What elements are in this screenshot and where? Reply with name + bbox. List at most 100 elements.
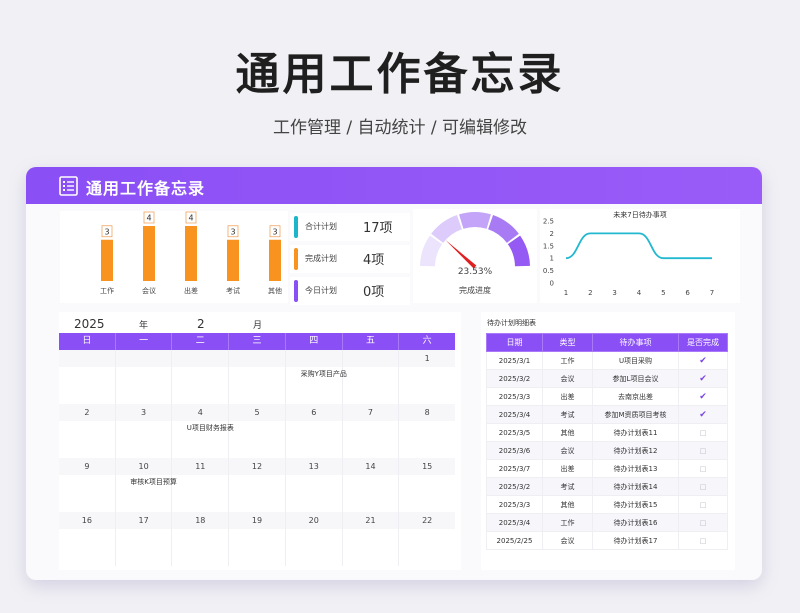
x-tick-label: 2	[588, 289, 592, 297]
cell-date: 2025/3/6	[486, 441, 543, 460]
cell-done[interactable]: □	[678, 495, 728, 514]
calendar-day-cell[interactable]: 22	[399, 512, 456, 566]
calendar-day-cell[interactable]	[342, 350, 400, 404]
cell-task: 待办计划表12	[592, 441, 679, 460]
calendar-year[interactable]: 2025	[74, 317, 105, 331]
calendar-day-cell[interactable]: 21	[342, 512, 400, 566]
table-row[interactable]: 2025/3/1 工作 U项目采购 ✔	[486, 351, 728, 370]
calendar-day-cell[interactable]: 7	[342, 404, 400, 458]
bar-chart-svg: 3 工作 4 会议 4 出差 3 考试 3 其他	[100, 211, 282, 295]
calendar-day-number: 17	[115, 512, 172, 529]
calendar-week: 采购Y项目产品 1	[59, 350, 456, 404]
bar-value-label: 3	[230, 227, 235, 236]
weekday-mon: 一	[116, 333, 173, 350]
cell-done[interactable]: □	[678, 513, 728, 532]
weekday-tue: 二	[172, 333, 230, 350]
calendar-day-cell[interactable]: 13	[285, 458, 343, 512]
calendar-day-cell[interactable]: 20	[285, 512, 343, 566]
cell-done[interactable]: □	[678, 423, 728, 442]
calendar-day-cell[interactable]: 6	[285, 404, 343, 458]
col-type: 类型	[542, 333, 593, 352]
card-header: 通用工作备忘录	[26, 167, 762, 204]
cell-type: 考试	[542, 477, 593, 496]
calendar-day-number: 11	[172, 458, 229, 475]
cell-date: 2025/3/4	[486, 405, 543, 424]
cell-type: 会议	[542, 369, 593, 388]
cell-type: 出差	[542, 387, 593, 406]
calendar-year-unit: 年	[139, 321, 149, 331]
calendar-day-cell[interactable]: 19	[229, 512, 286, 566]
calendar-day-cell[interactable]: 16	[59, 512, 116, 566]
calendar-day-cell[interactable]: 11	[172, 458, 230, 512]
weekday-wed: 三	[229, 333, 286, 350]
calendar-day-cell[interactable]: 1	[399, 350, 456, 404]
table-row[interactable]: 2025/3/3 出差 去南京出差 ✔	[486, 387, 728, 406]
line-series	[565, 232, 712, 260]
calendar-month[interactable]: 2	[197, 317, 205, 331]
cell-done[interactable]: ✔	[678, 405, 728, 424]
table-row[interactable]: 2025/3/2 考试 待办计划表14 □	[486, 477, 728, 496]
calendar-day-cell[interactable]: 5	[229, 404, 286, 458]
calendar-day-cell[interactable]	[172, 350, 230, 404]
calendar-day-cell[interactable]	[59, 350, 116, 404]
cell-done[interactable]: ✔	[678, 369, 728, 388]
cell-done[interactable]: ✔	[678, 351, 728, 370]
calendar-day-cell[interactable]: 采购Y项目产品	[285, 350, 347, 404]
calendar-day-number: 18	[172, 512, 229, 529]
table-row[interactable]: 2025/3/7 出差 待办计划表13 □	[486, 459, 728, 478]
kpi-done: 完成计划 4项	[290, 245, 410, 273]
calendar-day-number: 5	[229, 404, 285, 421]
bar	[227, 239, 239, 281]
cell-task: 待办计划表15	[592, 495, 679, 514]
cell-type: 出差	[542, 459, 593, 478]
table-row[interactable]: 2025/3/3 其他 待办计划表15 □	[486, 495, 728, 514]
cell-date: 2025/3/3	[486, 495, 543, 514]
calendar-day-cell[interactable]: 8	[399, 404, 456, 458]
cell-done[interactable]: □	[678, 531, 728, 550]
cell-date: 2025/3/1	[486, 351, 543, 370]
calendar-day-cell[interactable]: 10 审核K项目预算	[115, 458, 177, 512]
cell-task: 待办计划表13	[592, 459, 679, 478]
calendar-weekday-header: 日 一 二 三 四 五 六	[59, 333, 455, 350]
calendar-day-cell[interactable]: 18	[172, 512, 230, 566]
calendar-day-cell[interactable]: 17	[115, 512, 173, 566]
bar	[185, 226, 197, 281]
cell-done[interactable]: □	[678, 459, 728, 478]
calendar-day-cell[interactable]: 2	[59, 404, 116, 458]
table-row[interactable]: 2025/3/5 其他 待办计划表11 □	[486, 423, 728, 442]
table-row[interactable]: 2025/3/4 工作 待办计划表16 □	[486, 513, 728, 532]
gauge-segment	[459, 212, 491, 229]
x-tick-label: 6	[685, 289, 690, 297]
calendar-day-number: 4	[172, 404, 229, 421]
calendar-day-cell[interactable]: 14	[342, 458, 400, 512]
gauge-segment	[420, 235, 443, 267]
calendar-day-cell[interactable]: 15	[399, 458, 456, 512]
cell-task: 去南京出差	[592, 387, 679, 406]
calendar-day-number: 1	[399, 350, 456, 367]
bar	[143, 226, 155, 281]
gauge-percent: 23.53%	[457, 267, 493, 277]
table-row[interactable]: 2025/3/4 考试 参加M资质项目考核 ✔	[486, 405, 728, 424]
calendar-day-cell[interactable]: 12	[229, 458, 286, 512]
calendar-day-cell[interactable]: 4 U项目财务报表	[172, 404, 234, 458]
todo-table-panel: 待办计划明细表 日期 类型 待办事项 是否完成 2025/3/1 工作 U项目采购 ✔…	[481, 312, 735, 570]
table-row[interactable]: 2025/3/6 会议 待办计划表12 □	[486, 441, 728, 460]
calendar-day-cell[interactable]	[115, 350, 173, 404]
dashboard-card: 通用工作备忘录 3 工作 4 会议 4 出差 3 考试 3 其他 合计计划 17项 完成计划 4项…	[26, 167, 762, 580]
cell-done[interactable]: □	[678, 441, 728, 460]
cell-done[interactable]: ✔	[678, 387, 728, 406]
calendar-day-number: 19	[229, 512, 285, 529]
cell-task: 待办计划表11	[592, 423, 679, 442]
y-tick-label: 1	[550, 255, 554, 263]
cell-done[interactable]: □	[678, 477, 728, 496]
calendar-day-number	[229, 350, 285, 367]
kpi-today-value: 0项	[363, 285, 385, 300]
kpi-today-marker	[294, 280, 298, 302]
col-done: 是否完成	[678, 333, 728, 352]
weekday-fri: 五	[343, 333, 400, 350]
table-row[interactable]: 2025/3/2 会议 参加L项目会议 ✔	[486, 369, 728, 388]
x-tick-label: 7	[710, 289, 714, 297]
cell-task: U项目采购	[592, 351, 679, 370]
calendar-month-unit: 月	[253, 321, 263, 331]
table-row[interactable]: 2025/2/25 会议 待办计划表17 □	[486, 531, 728, 550]
